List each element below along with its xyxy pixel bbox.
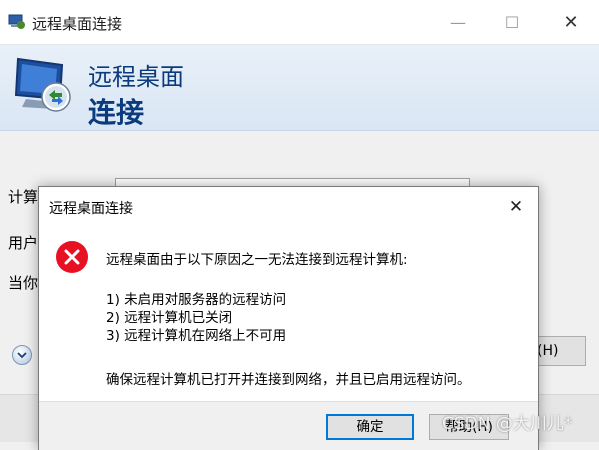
watermark: CSDN @大川儿* — [442, 414, 573, 434]
ok-button[interactable]: 确定 — [326, 414, 414, 440]
minimize-button[interactable]: — — [435, 8, 481, 38]
dialog-close-button[interactable]: ✕ — [503, 195, 529, 219]
chevron-down-icon — [17, 352, 27, 359]
close-button[interactable]: ✕ — [548, 8, 594, 38]
dialog-title: 远程桌面连接 — [49, 201, 133, 217]
maximize-button[interactable]: ☐ — [489, 8, 535, 38]
banner: 远程桌面 连接 — [0, 45, 599, 131]
window-title: 远程桌面连接 — [32, 15, 123, 33]
user-label: 用户 — [8, 234, 39, 252]
remote-desktop-small-icon — [8, 14, 26, 30]
error-message: 远程桌面由于以下原因之一无法连接到远程计算机: — [106, 252, 408, 268]
remote-desktop-icon — [12, 55, 74, 117]
note-label: 当你 — [8, 274, 39, 292]
reason-item: 1) 未启用对服务器的远程访问 — [106, 292, 287, 308]
banner-title-line2: 连接 — [88, 96, 145, 129]
reason-item: 2) 远程计算机已关闭 — [106, 310, 233, 326]
title-bar: 远程桌面连接 — ☐ ✕ — [0, 0, 599, 45]
show-options-button[interactable] — [12, 345, 32, 365]
reason-item: 3) 远程计算机在网络上不可用 — [106, 328, 287, 344]
error-icon — [55, 240, 89, 274]
banner-title-line1: 远程桌面 — [88, 63, 184, 91]
computer-label: 计算 — [8, 188, 39, 206]
error-footer-message: 确保远程计算机已打开并连接到网络，并且已启用远程访问。 — [106, 372, 471, 388]
